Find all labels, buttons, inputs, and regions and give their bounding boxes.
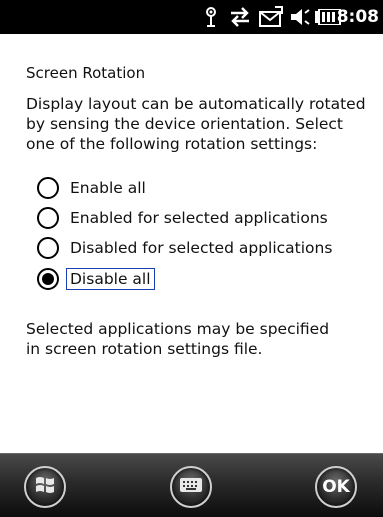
description-line: one of the following rotation settings: (26, 135, 318, 153)
option-label[interactable]: Disabled for selected applications (67, 238, 335, 258)
radio-disabled-selected[interactable] (37, 237, 59, 259)
radio-disable-all[interactable] (37, 268, 59, 290)
option-label[interactable]: Enabled for selected applications (67, 208, 331, 228)
settings-panel: Screen Rotation Display layout can be au… (0, 34, 383, 453)
windows-start-icon (34, 474, 56, 500)
start-button[interactable] (24, 466, 66, 508)
option-label[interactable]: Disable all (66, 268, 155, 290)
option-disable-all[interactable]: Disable all (37, 266, 155, 292)
description-line: by sensing the device orientation. Selec… (26, 115, 344, 133)
status-bar: 8:08 (0, 0, 383, 34)
option-enable-all[interactable]: Enable all (37, 175, 149, 201)
clock[interactable]: 8:08 (337, 7, 379, 27)
note: Selected applications may be specified i… (26, 319, 329, 359)
page-title: Screen Rotation (26, 64, 146, 82)
description: Display layout can be automatically rota… (26, 94, 381, 154)
sync-arrows-icon[interactable] (227, 6, 253, 32)
radio-enable-all[interactable] (37, 177, 59, 199)
keyboard-icon (179, 476, 203, 498)
softkey-bar: OK (0, 453, 383, 517)
option-label[interactable]: Enable all (67, 178, 149, 198)
note-line: Selected applications may be specified (26, 320, 330, 338)
radio-enabled-selected[interactable] (37, 207, 59, 229)
option-disabled-selected[interactable]: Disabled for selected applications (37, 235, 335, 261)
ok-button[interactable]: OK (315, 466, 357, 508)
volume-icon[interactable] (289, 6, 311, 32)
note-line: in screen rotation settings file. (26, 340, 263, 358)
description-line: Display layout can be automatically rota… (26, 95, 366, 113)
antenna-icon (204, 6, 218, 32)
keyboard-button[interactable] (170, 466, 212, 508)
messaging-icon[interactable] (258, 6, 284, 32)
ok-label: OK (322, 477, 350, 497)
option-enabled-selected[interactable]: Enabled for selected applications (37, 205, 331, 231)
